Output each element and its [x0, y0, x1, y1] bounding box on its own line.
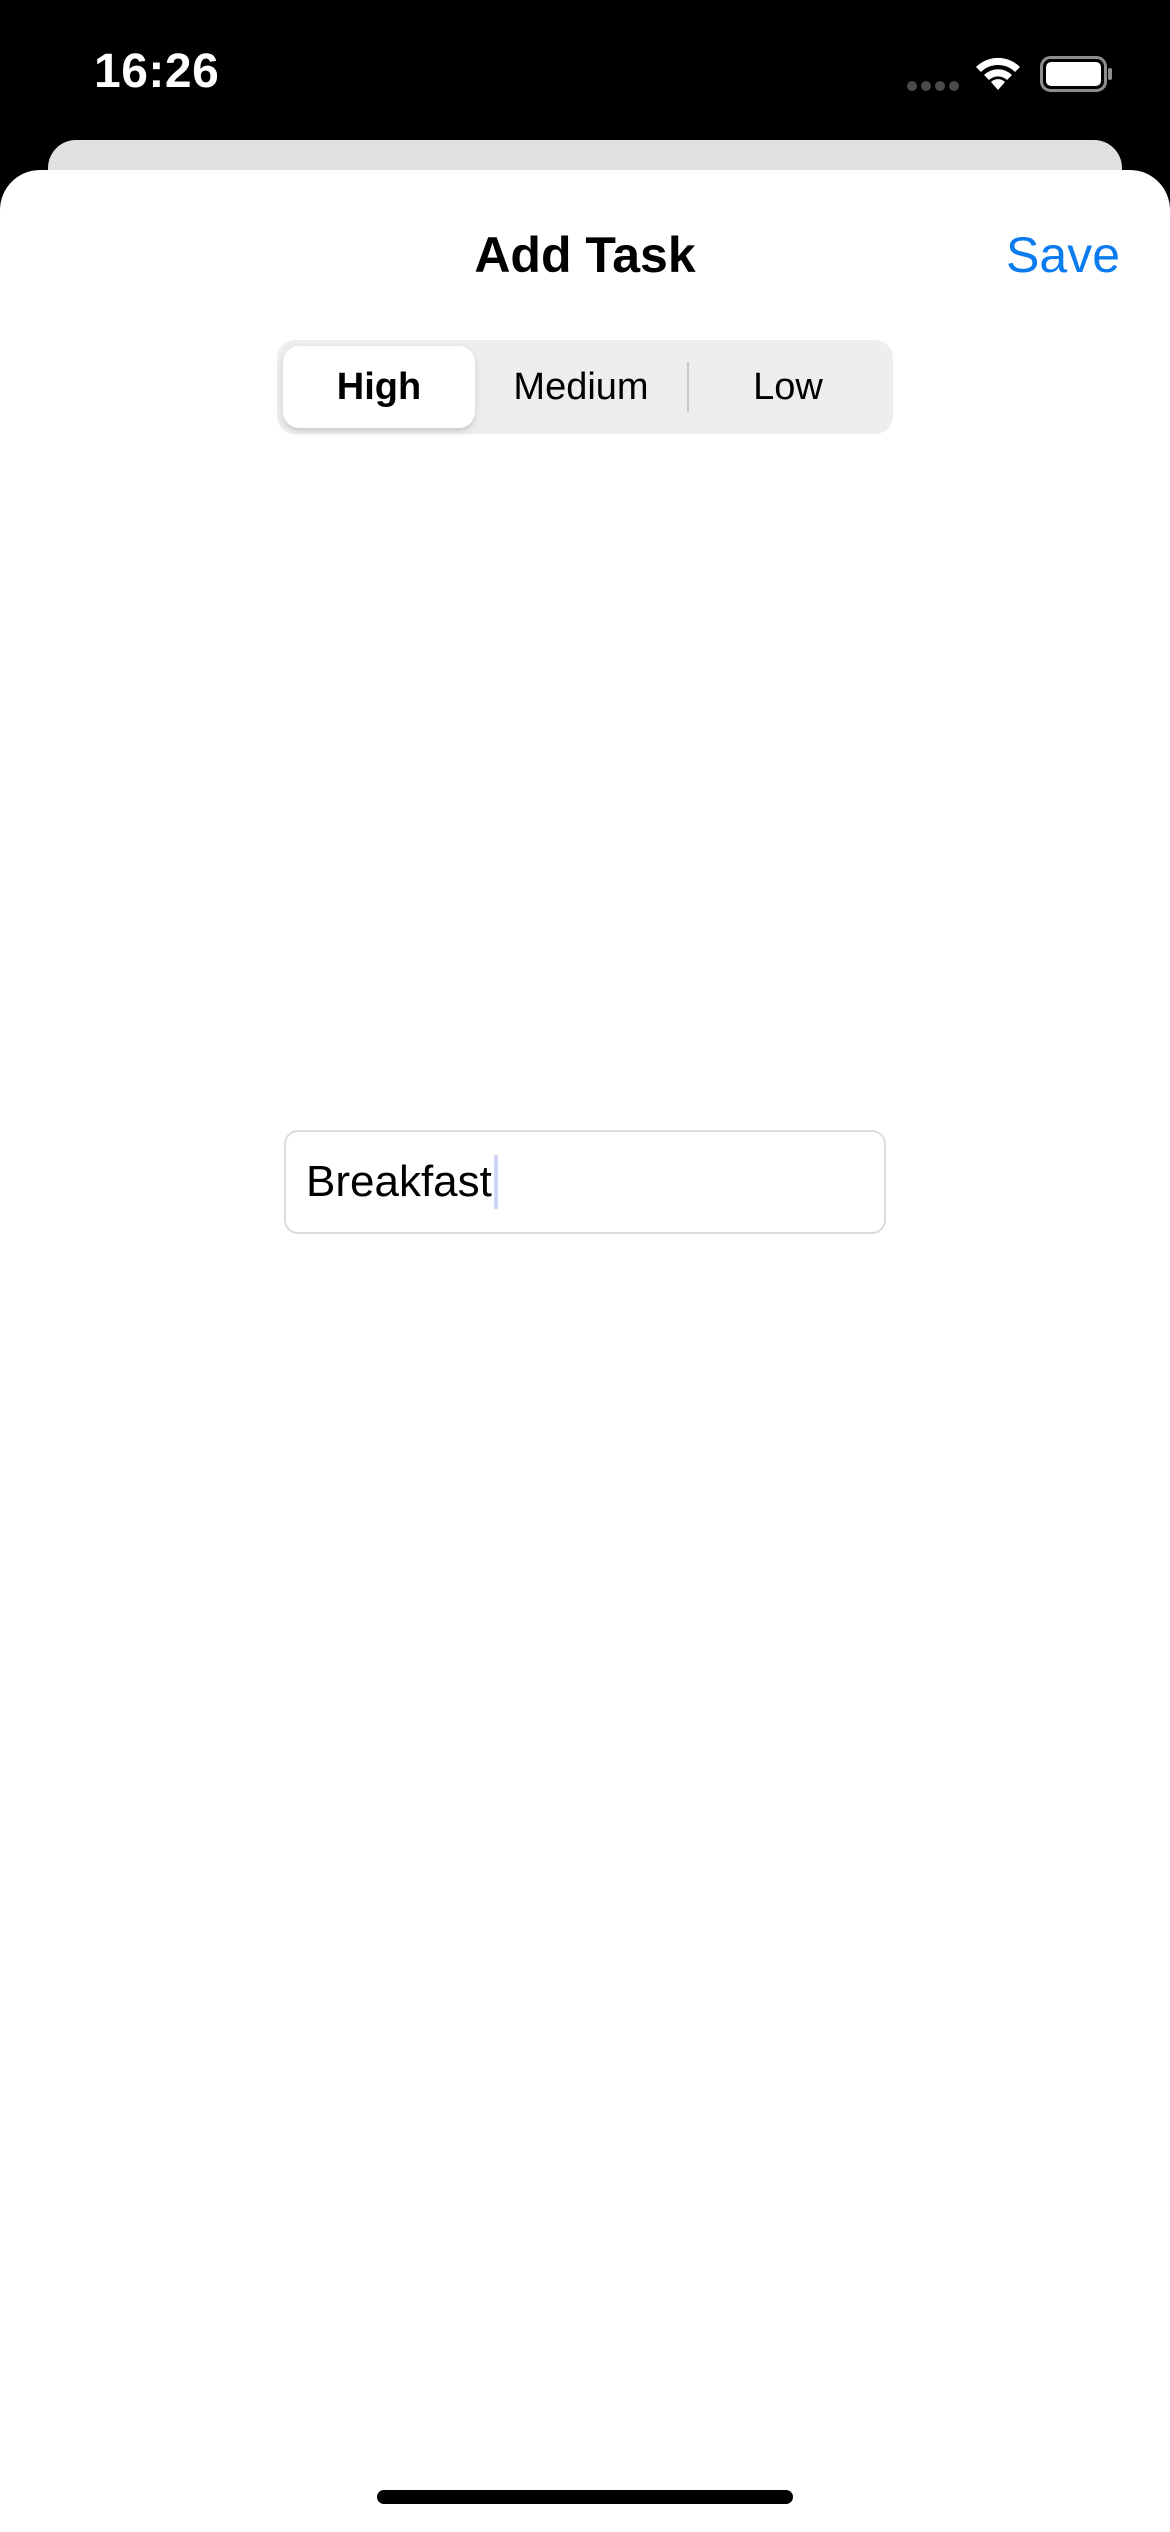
app-screen: 16:26 Add Task Save High Medium Low Brea…: [0, 0, 1170, 2532]
battery-icon: [1040, 56, 1112, 92]
segment-low[interactable]: Low: [689, 346, 887, 428]
cellular-signal-icon: [907, 81, 959, 91]
priority-segmented-control: High Medium Low: [277, 340, 893, 434]
task-name-field[interactable]: Breakfast: [284, 1130, 886, 1234]
task-name-value: Breakfast: [306, 1157, 492, 1206]
text-cursor: [493, 1155, 498, 1209]
add-task-sheet: Add Task Save High Medium Low Breakfast: [0, 170, 1170, 2532]
status-time: 16:26: [94, 45, 220, 98]
segment-high[interactable]: High: [283, 346, 475, 428]
home-indicator[interactable]: [377, 2490, 793, 2504]
segment-medium[interactable]: Medium: [481, 346, 681, 428]
save-button[interactable]: Save: [1006, 226, 1120, 284]
wifi-icon: [976, 57, 1020, 90]
status-bar: 16:26: [0, 0, 1170, 150]
page-title: Add Task: [474, 227, 696, 283]
